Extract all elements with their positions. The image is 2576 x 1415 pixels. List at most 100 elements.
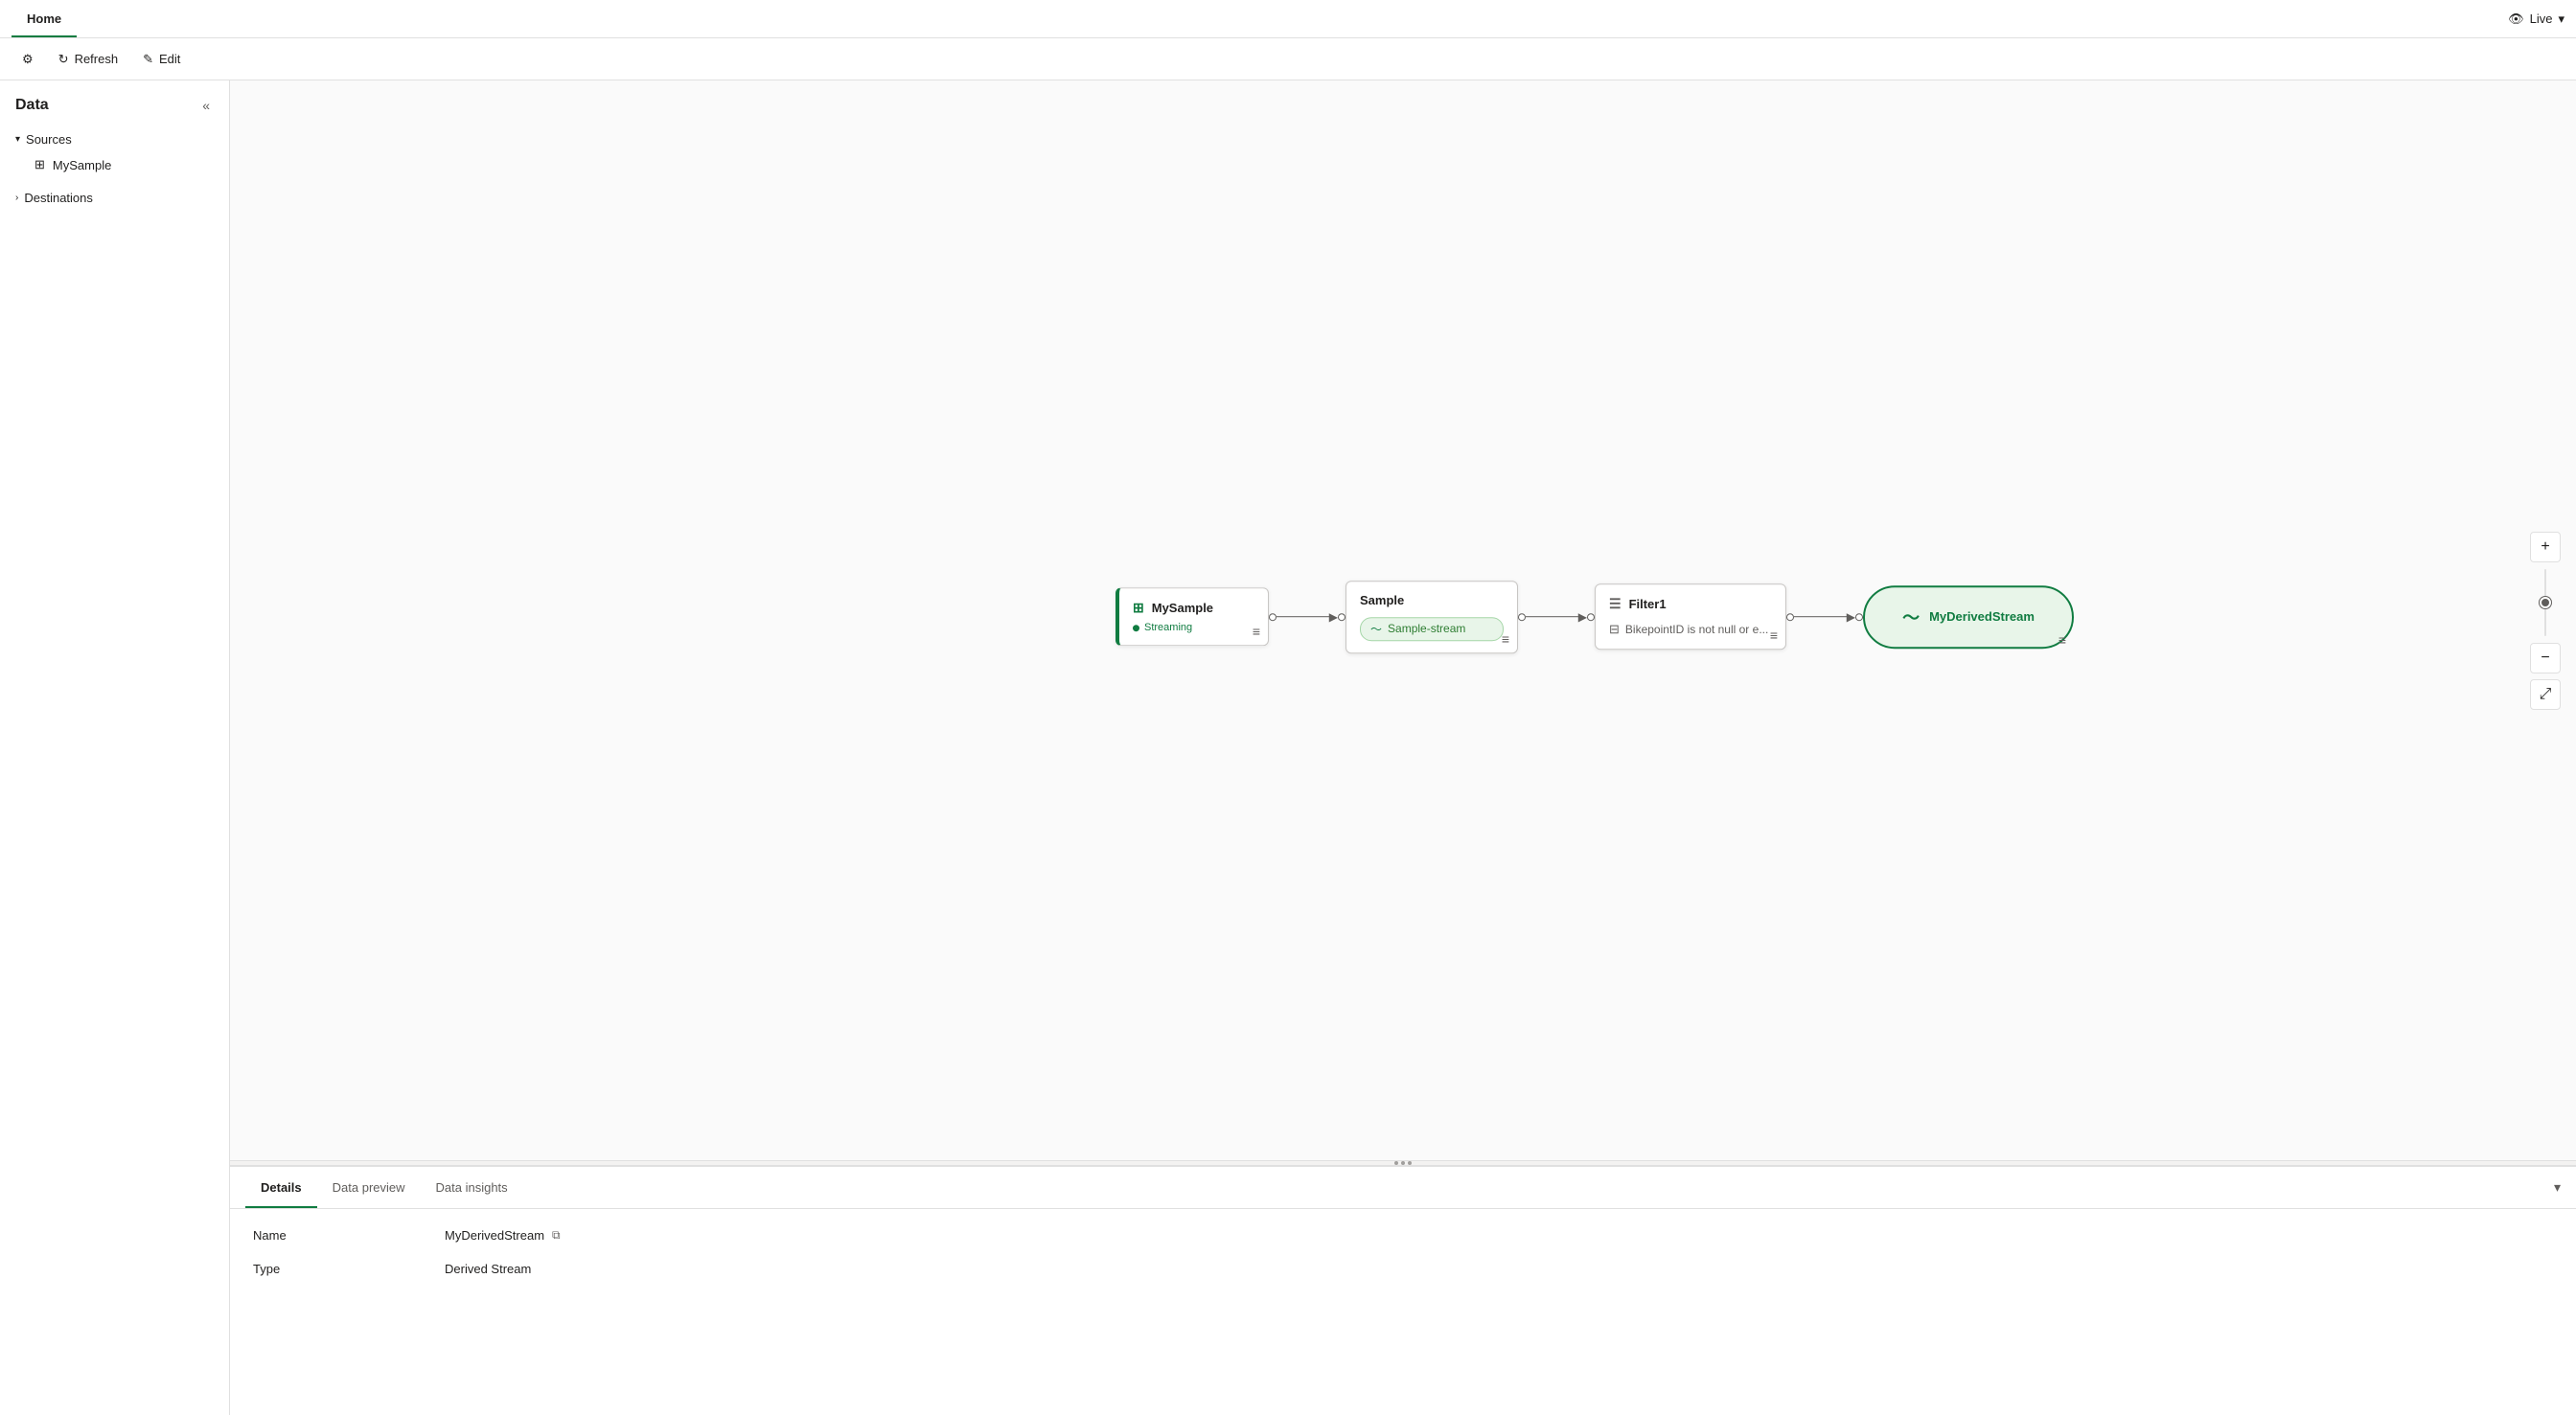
tab-data-preview-label: Data preview	[333, 1180, 405, 1195]
sidebar-section-sources: ▾ Sources ⊞ MySample	[0, 123, 229, 181]
name-label: Name	[253, 1228, 445, 1243]
toolbar: ⚙ ↻ Refresh ✎ Edit	[0, 38, 2576, 80]
node-sample[interactable]: Sample 〜 Sample-stream ≡	[1346, 581, 1518, 653]
destinations-section-header[interactable]: › Destinations	[0, 185, 229, 211]
connector-dot-right2	[1587, 613, 1595, 621]
status-dot	[1133, 625, 1139, 631]
settings-icon: ⚙	[22, 52, 34, 67]
node-derived-stream[interactable]: 〜 MyDerivedStream ≡	[1863, 585, 2074, 649]
live-badge[interactable]: 👁 Live ▾	[2508, 11, 2564, 27]
connector-dot-left2	[1518, 613, 1526, 621]
node-filter1-title: Filter1	[1629, 597, 1667, 611]
flow-container: ⊞ MySample Streaming ≡ ▶	[1116, 581, 2074, 653]
node-derived-menu[interactable]: ≡	[2058, 632, 2066, 648]
refresh-label: Refresh	[75, 52, 119, 66]
edit-button[interactable]: ✎ Edit	[132, 47, 191, 72]
name-value: MyDerivedStream	[445, 1228, 544, 1243]
resize-dot	[1408, 1161, 1412, 1165]
resize-dot	[1401, 1161, 1405, 1165]
tab-details-label: Details	[261, 1180, 302, 1195]
sidebar-header: Data «	[0, 80, 229, 123]
sources-label: Sources	[26, 132, 72, 147]
node-mysample-header: ⊞ MySample	[1133, 600, 1254, 616]
sources-section-header[interactable]: ▾ Sources	[0, 126, 229, 152]
sidebar-item-mysample[interactable]: ⊞ MySample	[0, 152, 229, 177]
destinations-label: Destinations	[24, 191, 93, 205]
connector-line	[1276, 616, 1329, 618]
chevron-down-icon: ▾	[2558, 11, 2564, 27]
tab-data-insights-label: Data insights	[436, 1180, 508, 1195]
type-value: Derived Stream	[445, 1262, 531, 1276]
settings-button[interactable]: ⚙	[12, 47, 44, 72]
table-icon: ⊞	[1133, 600, 1144, 616]
type-value-wrapper: Derived Stream	[445, 1262, 531, 1276]
node-filter1-menu[interactable]: ≡	[1770, 628, 1778, 643]
tab-details[interactable]: Details	[245, 1167, 317, 1208]
node-mysample-menu[interactable]: ≡	[1253, 624, 1260, 639]
node-filter1-header: ☰ Filter1	[1609, 596, 1772, 612]
sidebar: Data « ▾ Sources ⊞ MySample › Destinatio…	[0, 80, 230, 1415]
connector-dot-right3	[1855, 613, 1863, 621]
copy-icon[interactable]: ⧉	[552, 1228, 561, 1243]
derived-stream-icon: 〜	[1902, 605, 1920, 629]
connector-dot-right	[1338, 613, 1346, 621]
type-label: Type	[253, 1262, 445, 1276]
canvas-wrapper: ⊞ MySample Streaming ≡ ▶	[230, 80, 2576, 1415]
tab-home[interactable]: Home	[12, 0, 77, 37]
arrow-icon2: ▶	[1578, 610, 1587, 624]
node-sample-header: Sample	[1360, 593, 1504, 607]
expand-button[interactable]: ▾	[2554, 1179, 2561, 1196]
filter-icon: ☰	[1609, 596, 1622, 612]
arrow-icon3: ▶	[1847, 610, 1855, 624]
connector-dot-left	[1269, 613, 1276, 621]
condition-icon: ⊟	[1609, 622, 1620, 637]
resize-dots	[1394, 1161, 1412, 1165]
bottom-content: Name MyDerivedStream ⧉ Type Derived Stre…	[230, 1209, 2576, 1415]
zoom-controls: + − ⤢	[2530, 532, 2561, 710]
mysample-label: MySample	[53, 158, 111, 172]
tab-bar: Home 👁 Live ▾	[0, 0, 2576, 38]
main-layout: Data « ▾ Sources ⊞ MySample › Destinatio…	[0, 80, 2576, 1415]
connector-2: ▶	[1518, 610, 1595, 624]
node-mysample-title: MySample	[1152, 601, 1213, 615]
tab-data-preview[interactable]: Data preview	[317, 1167, 421, 1208]
tab-home-label: Home	[27, 11, 61, 26]
grid-icon: ⊞	[34, 157, 45, 172]
eye-icon: 👁	[2508, 11, 2524, 27]
connector-3: ▶	[1786, 610, 1863, 624]
resize-dot	[1394, 1161, 1398, 1165]
name-value-wrapper: MyDerivedStream ⧉	[445, 1228, 561, 1243]
zoom-out-button[interactable]: −	[2530, 643, 2561, 673]
edit-label: Edit	[159, 52, 180, 66]
tab-data-insights[interactable]: Data insights	[421, 1167, 523, 1208]
live-label: Live	[2530, 11, 2553, 26]
node-mysample[interactable]: ⊞ MySample Streaming ≡	[1116, 587, 1269, 646]
sample-stream-label: Sample-stream	[1388, 622, 1465, 635]
refresh-button[interactable]: ↻ Refresh	[48, 47, 128, 72]
zoom-in-button[interactable]: +	[2530, 532, 2561, 562]
filter-condition: ⊟ BikepointID is not null or e...	[1609, 622, 1772, 637]
arrow-icon: ▶	[1329, 610, 1338, 624]
sidebar-section-destinations: › Destinations	[0, 181, 229, 215]
bottom-panel: Details Data preview Data insights ▾ Nam…	[230, 1166, 2576, 1415]
connector-dot-left3	[1786, 613, 1794, 621]
node-filter1[interactable]: ☰ Filter1 ⊟ BikepointID is not null or e…	[1595, 583, 1786, 650]
fit-view-button[interactable]: ⤢	[2530, 679, 2561, 710]
zoom-track	[2544, 569, 2546, 636]
node-mysample-status: Streaming	[1133, 622, 1254, 633]
node-sample-title: Sample	[1360, 593, 1404, 607]
sidebar-title: Data	[15, 97, 49, 114]
connector-1: ▶	[1269, 610, 1346, 624]
derived-stream-title: MyDerivedStream	[1929, 609, 2035, 624]
stream-icon: 〜	[1370, 621, 1382, 637]
bottom-tab-bar: Details Data preview Data insights ▾	[230, 1167, 2576, 1209]
condition-label: BikepointID is not null or e...	[1625, 623, 1768, 636]
connector-line2	[1526, 616, 1578, 618]
zoom-thumb	[2540, 597, 2551, 608]
edit-icon: ✎	[143, 52, 153, 67]
node-sample-menu[interactable]: ≡	[1502, 631, 1509, 647]
canvas[interactable]: ⊞ MySample Streaming ≡ ▶	[230, 80, 2576, 1160]
zoom-slider[interactable]	[2530, 564, 2561, 641]
destinations-chevron-icon: ›	[15, 193, 18, 203]
collapse-button[interactable]: «	[198, 96, 214, 115]
